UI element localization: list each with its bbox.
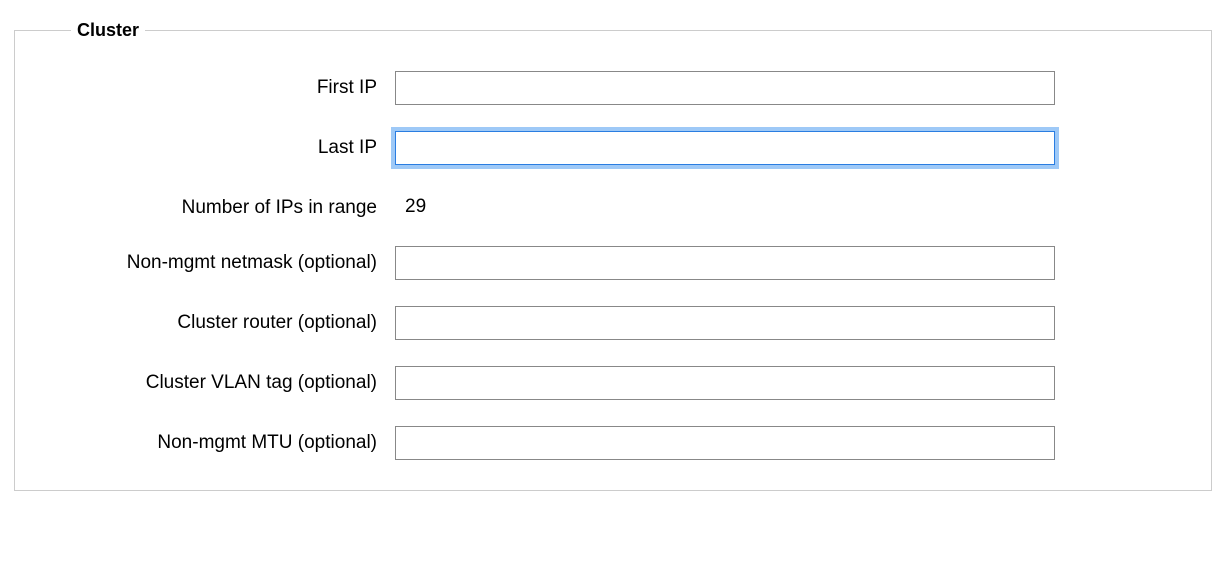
value-last-ip: [395, 131, 1055, 165]
value-vlan: [395, 366, 1055, 400]
row-first-ip: First IP: [55, 71, 1171, 105]
row-num-ips: Number of IPs in range 29: [55, 191, 1171, 220]
value-netmask: [395, 246, 1055, 280]
label-vlan: Cluster VLAN tag (optional): [55, 366, 395, 395]
label-last-ip: Last IP: [55, 131, 395, 160]
input-netmask[interactable]: [395, 246, 1055, 280]
row-netmask: Non-mgmt netmask (optional): [55, 246, 1171, 280]
value-first-ip: [395, 71, 1055, 105]
row-router: Cluster router (optional): [55, 306, 1171, 340]
cluster-legend: Cluster: [71, 20, 145, 41]
input-first-ip[interactable]: [395, 71, 1055, 105]
input-vlan[interactable]: [395, 366, 1055, 400]
input-last-ip[interactable]: [395, 131, 1055, 165]
label-router: Cluster router (optional): [55, 306, 395, 335]
row-mtu: Non-mgmt MTU (optional): [55, 426, 1171, 460]
input-router[interactable]: [395, 306, 1055, 340]
value-num-ips: 29: [395, 191, 1055, 218]
value-mtu: [395, 426, 1055, 460]
input-mtu[interactable]: [395, 426, 1055, 460]
label-netmask: Non-mgmt netmask (optional): [55, 246, 395, 275]
text-num-ips: 29: [395, 191, 1055, 218]
label-mtu: Non-mgmt MTU (optional): [55, 426, 395, 455]
value-router: [395, 306, 1055, 340]
label-num-ips: Number of IPs in range: [55, 191, 395, 220]
cluster-fieldset: Cluster First IP Last IP Number of IPs i…: [14, 20, 1212, 491]
row-last-ip: Last IP: [55, 131, 1171, 165]
row-vlan: Cluster VLAN tag (optional): [55, 366, 1171, 400]
label-first-ip: First IP: [55, 71, 395, 100]
